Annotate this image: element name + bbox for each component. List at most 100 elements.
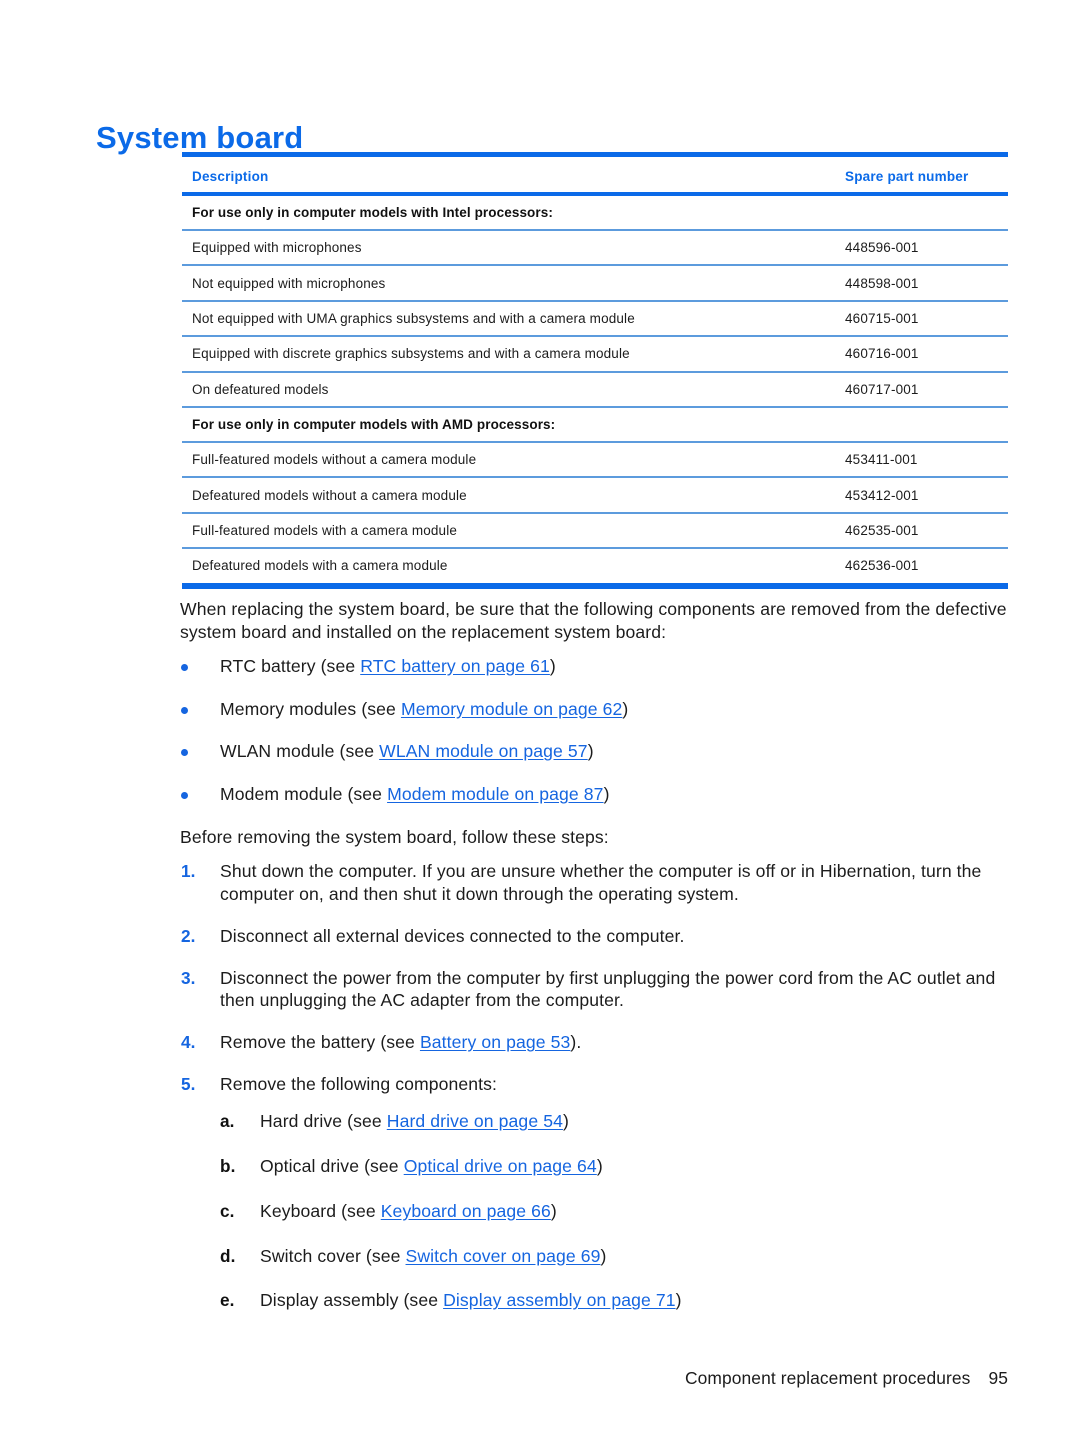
document-page: System board Description Spare part numb… [0,0,1080,1437]
row-part-number: 453412-001 [833,477,1008,514]
row-description: Defeatured models with a camera module [182,548,833,589]
item-text: Hard drive (see [260,1111,387,1132]
item-text-tail: ) [562,1111,569,1132]
footer-chapter-title: Component replacement procedures [684,1368,971,1388]
cross-reference-link[interactable]: Modem module on page 87 [387,784,604,804]
spare-parts-table: Description Spare part number For use on… [182,152,1008,589]
components-bullet-list: RTC battery (see RTC battery on page 61)… [0,655,1080,806]
row-part-number: 462536-001 [833,548,1008,589]
cross-reference-link[interactable]: Optical drive on page 64 [404,1156,597,1176]
row-part-number: 460716-001 [833,336,1008,373]
removal-substeps-list: a. Hard drive (see Hard drive on page 54)… [220,1110,1008,1312]
cross-reference-link[interactable]: WLAN module on page 57 [379,741,588,761]
list-item: a. Hard drive (see Hard drive on page 54) [220,1110,1008,1133]
table-section-heading-row: For use only in computer models with Int… [182,194,1008,231]
list-item: WLAN module (see WLAN module on page 57) [0,740,1080,763]
item-text-tail: ) [550,1200,557,1221]
item-text: Display assembly (see [260,1290,444,1311]
bullet-dot-icon [181,663,188,671]
list-item: d. Switch cover (see Switch cover on page… [220,1245,1008,1268]
section-heading-amd: For use only in computer models with AMD… [182,406,1008,443]
cross-reference-link[interactable]: Battery on page 53 [420,1032,570,1052]
row-part-number: 460717-001 [833,371,1008,408]
column-header-description: Description [182,152,833,196]
substep-marker: a. [220,1111,235,1132]
item-text: Disconnect all external devices connecte… [220,925,685,946]
column-header-spare-part-number: Spare part number [833,152,1008,196]
row-description: Equipped with microphones [182,230,833,267]
page-title: System board [96,119,304,155]
list-item: c. Keyboard (see Keyboard on page 66) [220,1200,1008,1223]
item-text-tail: ) [596,1155,603,1176]
steps-intro-paragraph: Before removing the system board, follow… [180,827,609,848]
item-text-tail: ) [600,1245,607,1266]
item-text: Shut down the computer. If you are unsur… [220,861,982,904]
item-text: Remove the following components: [220,1074,498,1095]
bullet-dot-icon [181,792,188,800]
section-heading-intel: For use only in computer models with Int… [182,194,1008,231]
list-item: 1. Shut down the computer. If you are uns… [0,860,1080,906]
table-row: Not equipped with UMA graphics subsystem… [182,300,1008,338]
item-text: Optical drive (see [260,1155,404,1176]
table-row: On defeatured models 460717-001 [182,371,1008,408]
row-description: Full-featured models with a camera modul… [182,512,833,550]
substep-marker: b. [220,1155,236,1176]
item-text-tail: ) [622,698,629,719]
list-item: e. Display assembly (see Display assembly… [220,1289,1008,1312]
row-part-number: 448598-001 [833,265,1008,302]
cross-reference-link[interactable]: Switch cover on page 69 [406,1246,601,1266]
item-text: Keyboard (see [260,1200,381,1221]
page-footer: Component replacement procedures 95 [0,1368,1008,1389]
row-description: On defeatured models [182,371,833,408]
table-section-heading-row: For use only in computer models with AMD… [182,406,1008,443]
step-marker: 1. [181,861,196,882]
cross-reference-link[interactable]: Hard drive on page 54 [387,1111,563,1131]
body-content: When replacing the system board, be sure… [0,598,1080,1334]
item-text-tail: ). [570,1032,582,1053]
table-row: Defeatured models with a camera module 4… [182,548,1008,589]
list-item: 4. Remove the battery (see Battery on pag… [0,1031,1080,1054]
item-text: Switch cover (see [260,1245,406,1266]
step-marker: 5. [181,1074,196,1095]
step-marker: 2. [181,925,196,946]
list-item: 3. Disconnect the power from the computer… [0,967,1080,1013]
cross-reference-link[interactable]: RTC battery on page 61 [360,656,550,676]
item-text: Disconnect the power from the computer b… [220,967,996,1011]
step-marker: 3. [181,967,196,988]
cross-reference-link[interactable]: Display assembly on page 71 [443,1290,676,1310]
row-part-number: 448596-001 [833,230,1008,267]
cross-reference-link[interactable]: Memory module on page 62 [401,699,622,719]
footer-page-number: 95 [988,1368,1008,1388]
step-marker: 4. [181,1032,196,1053]
row-description: Defeatured models without a camera modul… [182,477,833,514]
list-item: 5. Remove the following components: a. Har… [0,1073,1080,1312]
cross-reference-link[interactable]: Keyboard on page 66 [381,1201,551,1221]
row-description: Equipped with discrete graphics subsyste… [182,336,833,373]
row-description: Not equipped with microphones [182,265,833,302]
spare-parts-table-body: Description Spare part number For use on… [182,152,1008,589]
intro-paragraph: When replacing the system board, be sure… [180,599,1007,642]
substep-marker: c. [220,1200,235,1221]
substep-marker: e. [220,1290,235,1311]
row-part-number: 453411-001 [833,441,1008,479]
item-text: RTC battery (see [220,655,361,676]
row-part-number: 460715-001 [833,300,1008,338]
table-row: Full-featured models with a camera modul… [182,512,1008,550]
item-text-tail: ) [587,741,594,762]
row-description: Full-featured models without a camera mo… [182,441,833,479]
bullet-dot-icon [181,749,188,757]
list-item: b. Optical drive (see Optical drive on pa… [220,1155,1008,1178]
list-item: Memory modules (see Memory module on pag… [0,698,1080,721]
row-description: Not equipped with UMA graphics subsystem… [182,300,833,338]
row-part-number: 462535-001 [833,512,1008,550]
item-text-tail: ) [603,784,610,805]
table-row: Full-featured models without a camera mo… [182,441,1008,479]
item-text-tail: ) [675,1290,682,1311]
item-text: Modem module (see [220,784,388,805]
table-row: Defeatured models without a camera modul… [182,477,1008,514]
substep-marker: d. [220,1245,236,1266]
removal-steps-list: 1. Shut down the computer. If you are uns… [0,860,1080,1312]
table-row: Equipped with microphones 448596-001 [182,230,1008,267]
table-row: Not equipped with microphones 448598-001 [182,265,1008,302]
list-item: RTC battery (see RTC battery on page 61) [0,655,1080,678]
